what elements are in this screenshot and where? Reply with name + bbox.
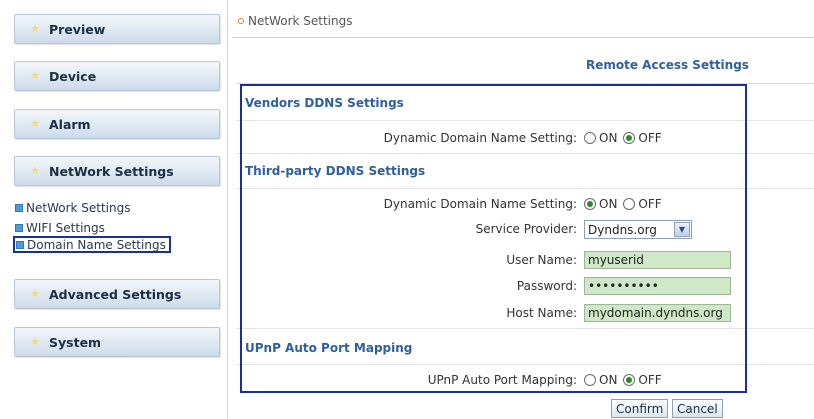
third-party-ddns-radio-group: ON OFF	[584, 197, 668, 211]
page-title: Remote Access Settings	[586, 58, 749, 72]
nav-label: Alarm	[49, 116, 91, 132]
nav-system[interactable]: ★ System	[14, 327, 220, 357]
section-title-upnp: UPnP Auto Port Mapping	[245, 341, 413, 355]
radio-label: OFF	[638, 373, 662, 387]
sidebar: ★ Preview ★ Device ★ Alarm ★ NetWork Set…	[0, 0, 228, 419]
upnp-off-radio[interactable]	[623, 374, 636, 386]
breadcrumb: NetWork Settings	[238, 14, 352, 28]
nav-alarm[interactable]: ★ Alarm	[14, 109, 220, 139]
divider	[236, 153, 814, 154]
nav-label: System	[49, 334, 102, 350]
subnav-domain-name-settings[interactable]: Domain Name Settings	[13, 236, 171, 253]
vendors-ddns-label: Dynamic Domain Name Setting:	[383, 131, 577, 145]
password-field[interactable]: ••••••••••	[584, 277, 731, 295]
nav-label: NetWork Settings	[49, 163, 174, 179]
bullet-icon	[16, 240, 24, 249]
service-provider-value: Dyndns.org	[588, 222, 657, 237]
bullet-icon	[15, 223, 23, 232]
subnav-label: WIFI Settings	[26, 220, 105, 235]
password-label: Password:	[516, 279, 577, 293]
vendors-ddns-radio-group: ON OFF	[584, 131, 668, 145]
hostname-field[interactable]: mydomain.dyndns.org	[584, 304, 731, 322]
subnav-label: Domain Name Settings	[27, 237, 166, 252]
nav-advanced-settings[interactable]: ★ Advanced Settings	[14, 279, 220, 309]
subnav-network-settings[interactable]: NetWork Settings	[15, 199, 130, 216]
nav-label: Preview	[49, 21, 106, 37]
hostname-label: Host Name:	[506, 306, 577, 320]
section-title-third-party-ddns: Third-party DDNS Settings	[245, 164, 426, 178]
bullet-icon	[238, 18, 244, 24]
radio-label: ON	[599, 373, 618, 387]
upnp-label: UPnP Auto Port Mapping:	[427, 373, 577, 387]
upnp-radio-group: ON OFF	[584, 373, 668, 387]
radio-label: ON	[599, 197, 618, 211]
third-party-ddns-off-radio[interactable]	[623, 198, 636, 210]
divider	[236, 120, 814, 121]
breadcrumb-label: NetWork Settings	[248, 14, 353, 28]
radio-label: OFF	[638, 197, 662, 211]
cancel-button[interactable]: Cancel	[672, 399, 723, 418]
chevron-down-icon[interactable]: ▼	[674, 222, 690, 237]
third-party-ddns-label: Dynamic Domain Name Setting:	[383, 197, 577, 211]
divider	[236, 188, 814, 189]
subnav-wifi-settings[interactable]: WIFI Settings	[15, 219, 105, 236]
section-title-vendors-ddns: Vendors DDNS Settings	[245, 96, 404, 110]
vendors-ddns-off-radio[interactable]	[623, 132, 636, 144]
radio-label: OFF	[638, 131, 662, 145]
subnav-label: NetWork Settings	[26, 200, 131, 215]
star-icon: ★	[30, 69, 40, 82]
upnp-on-radio[interactable]	[584, 374, 596, 386]
radio-label: ON	[599, 131, 618, 145]
vendors-ddns-on-radio[interactable]	[584, 132, 596, 144]
username-field[interactable]: myuserid	[584, 251, 731, 269]
main-panel: NetWork Settings Remote Access Settings …	[232, 0, 814, 419]
service-provider-select[interactable]: Dyndns.org ▼	[584, 220, 692, 239]
star-icon: ★	[30, 164, 40, 177]
nav-network-settings[interactable]: ★ NetWork Settings	[14, 156, 220, 186]
nav-preview[interactable]: ★ Preview	[14, 14, 220, 44]
divider	[232, 37, 814, 38]
star-icon: ★	[30, 22, 40, 35]
confirm-button[interactable]: Confirm	[611, 399, 669, 418]
nav-label: Advanced Settings	[49, 286, 182, 302]
third-party-ddns-on-radio[interactable]	[584, 198, 596, 210]
divider	[236, 328, 814, 329]
star-icon: ★	[30, 287, 40, 300]
nav-label: Device	[49, 68, 97, 84]
divider	[236, 364, 814, 365]
service-provider-label: Service Provider:	[475, 222, 577, 236]
bullet-icon	[15, 203, 23, 212]
star-icon: ★	[30, 335, 40, 348]
divider	[236, 83, 814, 84]
nav-device[interactable]: ★ Device	[14, 61, 220, 91]
star-icon: ★	[30, 117, 40, 130]
username-label: User Name:	[506, 253, 577, 267]
